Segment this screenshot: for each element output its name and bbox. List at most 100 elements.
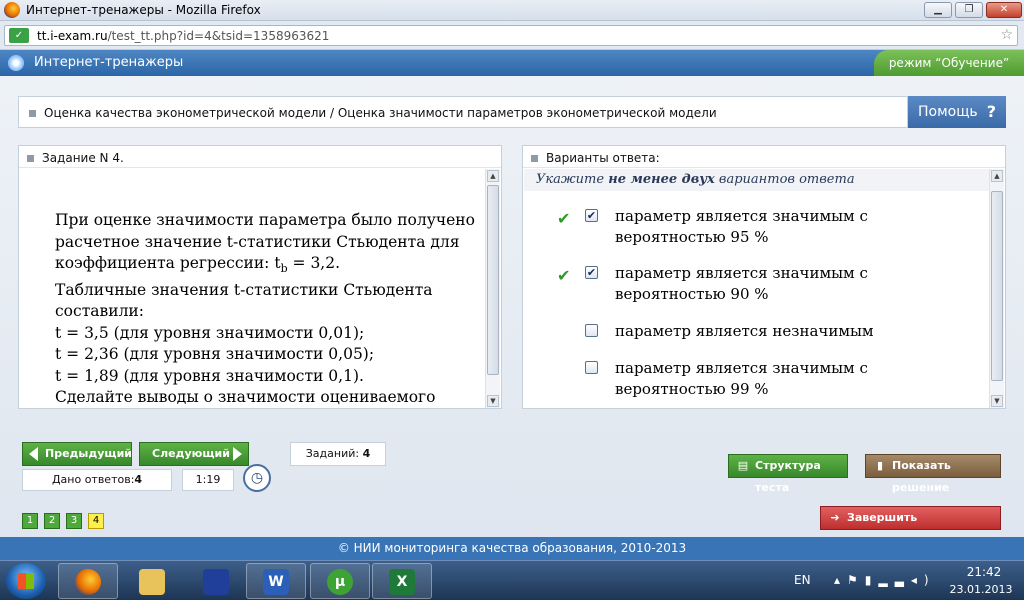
answer-label[interactable]: параметр является незначимым bbox=[615, 321, 915, 342]
scroll-up-icon[interactable]: ▲ bbox=[991, 170, 1003, 182]
excel-icon: X bbox=[389, 569, 415, 595]
correct-check-icon: ✔ bbox=[557, 209, 571, 228]
taskbar-firefox[interactable] bbox=[58, 563, 118, 599]
windows-logo-icon bbox=[18, 573, 34, 589]
topic-text-row: Оценка качества эконометрической модели … bbox=[29, 106, 717, 120]
answer-checkbox[interactable] bbox=[585, 361, 598, 374]
taskbar-word[interactable]: W bbox=[246, 563, 306, 599]
help-button[interactable]: Помощь ? bbox=[908, 96, 1006, 128]
arrow-left-icon bbox=[29, 447, 38, 461]
previous-label: Предыдущий bbox=[45, 447, 133, 460]
page-link-3[interactable]: 3 bbox=[66, 513, 82, 529]
running-man-icon: ➜ bbox=[830, 511, 840, 524]
scroll-up-icon[interactable]: ▲ bbox=[487, 170, 499, 182]
scroll-down-icon[interactable]: ▼ bbox=[991, 395, 1003, 407]
solution-label: Показать решение bbox=[892, 459, 951, 494]
correct-check-icon: ✔ bbox=[557, 266, 571, 285]
answer-label[interactable]: параметр является значимым с вероятность… bbox=[615, 206, 915, 248]
finish-test-button[interactable]: ➜ Завершить тестирование bbox=[820, 506, 1001, 546]
answer-label[interactable]: параметр является значимым с вероятность… bbox=[615, 263, 915, 305]
bullet-icon bbox=[531, 155, 538, 162]
tasks-label: Заданий: bbox=[305, 447, 360, 460]
system-tray: EN ▴⚑▮▂▃◂) 21:42 23.01.2013 bbox=[774, 561, 1024, 600]
next-button[interactable]: Следующий bbox=[139, 442, 249, 466]
answered-label: Дано ответов: bbox=[51, 473, 135, 486]
task-text: При оценке значимости параметра было пол… bbox=[55, 210, 475, 406]
utorrent-icon: µ bbox=[327, 569, 353, 595]
task-header: Задание N 4. bbox=[19, 146, 501, 168]
page-link-1[interactable]: 1 bbox=[22, 513, 38, 529]
bullet-icon bbox=[27, 155, 34, 162]
task-line: t = 2,36 (для уровня значимости 0,05); bbox=[55, 345, 375, 364]
windows-taskbar: W µ X EN ▴⚑▮▂▃◂) 21:42 23.01.2013 bbox=[0, 560, 1024, 600]
word-icon: W bbox=[263, 569, 289, 595]
task-number: Задание N 4. bbox=[42, 151, 124, 165]
answers-scrollbar[interactable]: ▲ ▼ bbox=[989, 169, 1004, 408]
bullet-icon bbox=[29, 110, 36, 117]
scroll-thumb[interactable] bbox=[487, 185, 499, 375]
topic-title: Оценка качества эконометрической модели … bbox=[44, 106, 717, 120]
window-titlebar: Интернет-тренажеры - Mozilla Firefox ▁ ❐… bbox=[0, 0, 1024, 21]
task-line: коэффициента регрессии: tb = 3,2. bbox=[55, 254, 341, 276]
task-scrollbar[interactable]: ▲ ▼ bbox=[485, 169, 500, 408]
app-header: Интернет-тренажеры режим “Обучение” bbox=[0, 50, 1024, 76]
navigation-bar: ✓ tt.i-exam.ru/test_tt.php?id=4&tsid=135… bbox=[0, 21, 1024, 50]
main-area: Оценка качества эконометрической модели … bbox=[0, 76, 1024, 546]
start-button[interactable] bbox=[6, 563, 46, 599]
answers-title: Варианты ответа: bbox=[546, 151, 660, 165]
test-structure-button[interactable]: ▤ Структура теста bbox=[728, 454, 848, 494]
task-line: Сделайте выводы о значимости оцениваемог… bbox=[55, 388, 436, 406]
answer-checkbox[interactable] bbox=[585, 324, 598, 337]
mode-badge: режим “Обучение” bbox=[874, 50, 1024, 76]
task-line: расчетное значение t-статистики Стьюдент… bbox=[55, 232, 460, 251]
close-button[interactable]: ✕ bbox=[986, 2, 1022, 18]
answered-count-box: Дано ответов:4 bbox=[22, 469, 172, 491]
clock-time[interactable]: 21:42 bbox=[954, 565, 1014, 579]
structure-icon: ▤ bbox=[737, 459, 749, 472]
window-title: Интернет-тренажеры - Mozilla Firefox bbox=[26, 3, 261, 17]
taskbar-utorrent[interactable]: µ bbox=[310, 563, 370, 599]
url-domain: tt.i-exam.ru bbox=[37, 29, 108, 43]
task-line: t = 3,5 (для уровня значимости 0,01); bbox=[55, 323, 365, 342]
tray-icons[interactable]: ▴⚑▮▂▃◂) bbox=[834, 573, 936, 587]
task-line: При оценке значимости параметра было пол… bbox=[55, 211, 475, 229]
maximize-button[interactable]: ❐ bbox=[955, 2, 983, 18]
structure-label: Структура теста bbox=[755, 459, 821, 494]
taskbar-excel[interactable]: X bbox=[372, 563, 432, 599]
tasks-count-box: Заданий: 4 bbox=[290, 442, 386, 466]
page-link-2[interactable]: 2 bbox=[44, 513, 60, 529]
url-text[interactable]: tt.i-exam.ru/test_tt.php?id=4&tsid=13589… bbox=[37, 29, 329, 43]
previous-button[interactable]: Предыдущий bbox=[22, 442, 132, 466]
task-line: Табличные значения t-статистики Стьюдент… bbox=[55, 280, 433, 299]
show-solution-button[interactable]: ▮ Показать решение bbox=[865, 454, 1001, 494]
taskbar-save[interactable] bbox=[186, 563, 246, 599]
scroll-down-icon[interactable]: ▼ bbox=[487, 395, 499, 407]
task-line: t = 1,89 (для уровня значимости 0,1). bbox=[55, 366, 364, 385]
taskbar-explorer[interactable] bbox=[122, 563, 182, 599]
page-footer: © НИИ мониторинга качества образования, … bbox=[0, 537, 1024, 560]
tasks-count: 4 bbox=[362, 447, 371, 460]
address-field[interactable]: ✓ tt.i-exam.ru/test_tt.php?id=4&tsid=135… bbox=[4, 25, 1018, 46]
scroll-thumb[interactable] bbox=[991, 191, 1003, 381]
app-logo-icon bbox=[8, 55, 24, 71]
task-line: составили: bbox=[55, 302, 144, 321]
answer-checkbox[interactable]: ✔ bbox=[585, 266, 598, 279]
url-path: /test_tt.php?id=4&tsid=1358963621 bbox=[107, 29, 330, 43]
bookmark-star-icon[interactable]: ☆ bbox=[1000, 27, 1013, 43]
answered-count: 4 bbox=[134, 473, 143, 486]
help-label: Помощь bbox=[918, 104, 978, 120]
topic-bar: Оценка качества эконометрической модели … bbox=[18, 96, 908, 128]
timer-box: 1:19 bbox=[182, 469, 234, 491]
clock-icon: ◷ bbox=[243, 464, 271, 492]
answer-checkbox[interactable]: ✔ bbox=[585, 209, 598, 222]
task-panel: Задание N 4. При оценке значимости парам… bbox=[18, 145, 502, 409]
clock-date[interactable]: 23.01.2013 bbox=[946, 583, 1016, 596]
answer-label[interactable]: параметр является значимым с вероятность… bbox=[615, 358, 915, 400]
arrow-right-icon bbox=[233, 447, 242, 461]
floppy-disk-icon bbox=[203, 569, 229, 595]
minimize-button[interactable]: ▁ bbox=[924, 2, 952, 18]
answers-header: Варианты ответа: bbox=[523, 146, 1005, 168]
language-indicator[interactable]: EN bbox=[794, 573, 811, 587]
folder-icon bbox=[139, 569, 165, 595]
page-link-4[interactable]: 4 bbox=[88, 513, 104, 529]
